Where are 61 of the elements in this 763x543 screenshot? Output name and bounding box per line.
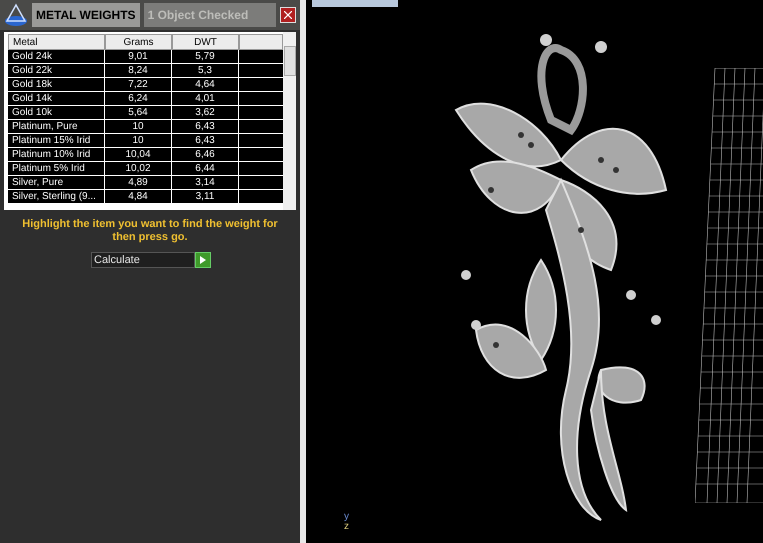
table-cell: 5,64	[105, 106, 172, 120]
table-cell: 5,79	[172, 50, 239, 64]
table-cell	[239, 92, 283, 106]
table-cell: 9,01	[105, 50, 172, 64]
table-cell: Platinum 5% Irid	[8, 162, 105, 176]
table-cell: 8,24	[105, 64, 172, 78]
column-header[interactable]: Metal	[8, 34, 105, 50]
play-icon	[200, 256, 206, 264]
table-cell	[239, 148, 283, 162]
axis-label: y	[344, 512, 349, 522]
table-cell: 7,22	[105, 78, 172, 92]
table-cell: Silver, Pure	[8, 176, 105, 190]
table-cell: Gold 24k	[8, 50, 105, 64]
table-cell: 4,89	[105, 176, 172, 190]
table-cell: Silver, Sterling (9...	[8, 190, 105, 204]
go-button[interactable]	[195, 252, 211, 268]
panel-title: METAL WEIGHTS	[32, 3, 140, 27]
table-cell	[239, 134, 283, 148]
table-cell: 5,3	[172, 64, 239, 78]
column-header[interactable]	[239, 34, 283, 50]
table-cell: Gold 18k	[8, 78, 105, 92]
table-cell: Platinum 10% Irid	[8, 148, 105, 162]
table-cell: 4,84	[105, 190, 172, 204]
close-icon	[284, 11, 292, 19]
table-cell: 3,14	[172, 176, 239, 190]
table-cell: 4,64	[172, 78, 239, 92]
table-cell: 6,46	[172, 148, 239, 162]
pyramid-icon	[4, 3, 28, 27]
table-cell: Gold 22k	[8, 64, 105, 78]
table-cell	[239, 120, 283, 134]
table-cell: 3,62	[172, 106, 239, 120]
column-header[interactable]: DWT	[172, 34, 239, 50]
scroll-thumb[interactable]	[284, 46, 296, 76]
table-cell	[239, 78, 283, 92]
calculate-field[interactable]: Calculate	[91, 252, 195, 268]
table-cell	[239, 64, 283, 78]
table-cell: 10,04	[105, 148, 172, 162]
table-cell: 6,43	[172, 120, 239, 134]
table-cell: Platinum, Pure	[8, 120, 105, 134]
table-cell: Gold 14k	[8, 92, 105, 106]
table-cell: 3,11	[172, 190, 239, 204]
close-button[interactable]	[280, 7, 296, 23]
table-cell	[239, 176, 283, 190]
table-cell	[239, 162, 283, 176]
table-cell: 4,01	[172, 92, 239, 106]
table-cell: 6,44	[172, 162, 239, 176]
axis-label: z	[344, 522, 349, 532]
table-cell: Platinum 15% Irid	[8, 134, 105, 148]
scrollbar[interactable]	[283, 32, 296, 210]
instruction-text: Highlight the item you want to find the weight for then press go.	[21, 218, 279, 244]
table-cell: 10	[105, 120, 172, 134]
table-cell	[239, 50, 283, 64]
column-header[interactable]: Grams	[105, 34, 172, 50]
table-cell	[239, 106, 283, 120]
table-cell	[239, 190, 283, 204]
table-cell: 6,43	[172, 134, 239, 148]
table-cell: 10	[105, 134, 172, 148]
status-text: 1 Object Checked	[144, 3, 276, 27]
table-cell: Gold 10k	[8, 106, 105, 120]
table-cell: 10,02	[105, 162, 172, 176]
table-cell: 6,24	[105, 92, 172, 106]
